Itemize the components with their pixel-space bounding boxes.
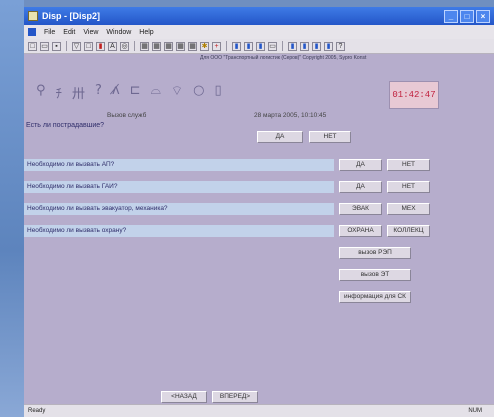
mdi-icon[interactable] bbox=[28, 28, 36, 36]
title-bar[interactable]: Disp - [Disp2] _ □ × bbox=[24, 7, 494, 25]
new-icon[interactable]: □ bbox=[28, 41, 37, 51]
toolbar: □ ▭ ▪ ▽ □ ▮ A ◎ ▦ ▦ ▦ ▦ ▦ ✱ + ▮ ▮ ▮ ▭ ▮ … bbox=[24, 39, 494, 54]
menu-bar: File Edit View Window Help bbox=[24, 25, 494, 39]
document-icon[interactable]: ▯ bbox=[214, 83, 221, 102]
maximize-button[interactable]: □ bbox=[460, 9, 474, 23]
tools-icon[interactable]: ✱ bbox=[200, 41, 209, 51]
tow-icon[interactable]: ⌔ bbox=[171, 83, 183, 102]
call-datetime: 28 марта 2005, 10:10:45 bbox=[254, 112, 327, 119]
print-icon[interactable]: ▭ bbox=[268, 41, 277, 51]
grid-icon[interactable]: ▦ bbox=[152, 41, 161, 51]
grid-icon[interactable]: ▦ bbox=[188, 41, 197, 51]
toolbar-separator bbox=[282, 41, 283, 51]
chart-icon[interactable]: ▮ bbox=[256, 41, 265, 51]
app-window: Disp - [Disp2] _ □ × File Edit View Wind… bbox=[24, 7, 494, 417]
text-icon[interactable]: A bbox=[108, 41, 117, 51]
call-timer: 01:42:47 bbox=[389, 81, 439, 109]
bar-icon[interactable]: ▮ bbox=[96, 41, 105, 51]
menu-edit[interactable]: Edit bbox=[63, 29, 75, 36]
traffic-police-no-button[interactable]: НЕТ bbox=[387, 181, 430, 193]
app-icon bbox=[28, 11, 38, 21]
call-label: Вызов служб bbox=[107, 112, 147, 119]
menu-file[interactable]: File bbox=[44, 29, 55, 36]
tow-mechanic-question: Необходимо ли вызвать эвакуатор, механик… bbox=[24, 203, 334, 215]
grid-icon[interactable]: ▦ bbox=[176, 41, 185, 51]
victims-yes-button[interactable]: ДА bbox=[257, 131, 303, 143]
grid-icon[interactable]: ▦ bbox=[140, 41, 149, 51]
question-icon[interactable]: ? bbox=[95, 83, 102, 102]
report-icon[interactable]: ▮ bbox=[288, 41, 297, 51]
crash-icon[interactable]: ʌ̸ bbox=[112, 83, 120, 102]
window-title: Disp - [Disp2] bbox=[42, 11, 101, 21]
ambulance-yes-button[interactable]: ДА bbox=[339, 159, 382, 171]
security-question: Необходимо ли вызвать охрану? bbox=[24, 225, 334, 237]
grid-icon[interactable]: ▦ bbox=[164, 41, 173, 51]
tow-truck-button[interactable]: ЭВАК bbox=[339, 203, 382, 215]
collection-button[interactable]: КОЛЛЕКЦ bbox=[387, 225, 430, 237]
copyright-text: Для ООО "Транспортный логистик (Серов)" … bbox=[200, 55, 367, 61]
call-rep-button[interactable]: вызов РЭП bbox=[339, 247, 411, 259]
window-icon[interactable]: □ bbox=[84, 41, 93, 51]
security-button[interactable]: ОХРАНА bbox=[339, 225, 382, 237]
toolbar-separator bbox=[226, 41, 227, 51]
num-lock-indicator: NUM bbox=[468, 408, 482, 414]
status-bar: Ready NUM bbox=[24, 404, 494, 417]
menu-help[interactable]: Help bbox=[139, 29, 153, 36]
info-for-sk-button[interactable]: информация для СК bbox=[339, 291, 411, 303]
find-icon[interactable]: ◎ bbox=[120, 41, 129, 51]
save-icon[interactable]: ▪ bbox=[52, 41, 61, 51]
back-button[interactable]: <НАЗАД bbox=[161, 391, 207, 403]
mechanic-button[interactable]: МЕХ bbox=[387, 203, 430, 215]
add-icon[interactable]: + bbox=[212, 41, 221, 51]
status-ready: Ready bbox=[28, 408, 46, 414]
help-icon[interactable]: ? bbox=[336, 41, 345, 51]
toolbar-separator bbox=[66, 41, 67, 51]
report-icon[interactable]: ▮ bbox=[312, 41, 321, 51]
building-icon[interactable]: 卅 bbox=[72, 83, 85, 102]
person-icon[interactable]: ⚲ bbox=[36, 83, 46, 102]
menu-view[interactable]: View bbox=[83, 29, 98, 36]
car-icon[interactable]: ⌓ bbox=[151, 83, 161, 102]
filter-icon[interactable]: ▽ bbox=[72, 41, 81, 51]
walk-icon[interactable]: ﾁ bbox=[56, 83, 63, 102]
traffic-police-question: Необходимо ли вызвать ГАИ? bbox=[24, 181, 334, 193]
menu-window[interactable]: Window bbox=[106, 29, 131, 36]
report-icon[interactable]: ▮ bbox=[324, 41, 333, 51]
chart-icon[interactable]: ▮ bbox=[232, 41, 241, 51]
truck-icon[interactable]: ⊏ bbox=[130, 83, 141, 102]
call-et-button[interactable]: вызов ЭТ bbox=[339, 269, 411, 281]
main-form: Для ООО "Транспортный логистик (Серов)" … bbox=[24, 54, 494, 404]
open-icon[interactable]: ▭ bbox=[40, 41, 49, 51]
forward-button[interactable]: ВПЕРЕД> bbox=[212, 391, 258, 403]
victims-no-button[interactable]: НЕТ bbox=[309, 131, 351, 143]
close-button[interactable]: × bbox=[476, 9, 490, 23]
action-icons: ⚲ ﾁ 卅 ? ʌ̸ ⊏ ⌓ ⌔ ○ ▯ bbox=[36, 83, 222, 102]
ambulance-no-button[interactable]: НЕТ bbox=[387, 159, 430, 171]
minimize-button[interactable]: _ bbox=[444, 9, 458, 23]
ambulance-question: Необходимо ли вызвать АП? bbox=[24, 159, 334, 171]
target-icon[interactable]: ○ bbox=[193, 83, 204, 102]
victims-question: Есть ли пострадавшие? bbox=[26, 122, 105, 129]
chart-icon[interactable]: ▮ bbox=[244, 41, 253, 51]
toolbar-separator bbox=[134, 41, 135, 51]
report-icon[interactable]: ▮ bbox=[300, 41, 309, 51]
desktop-background bbox=[0, 0, 24, 417]
traffic-police-yes-button[interactable]: ДА bbox=[339, 181, 382, 193]
